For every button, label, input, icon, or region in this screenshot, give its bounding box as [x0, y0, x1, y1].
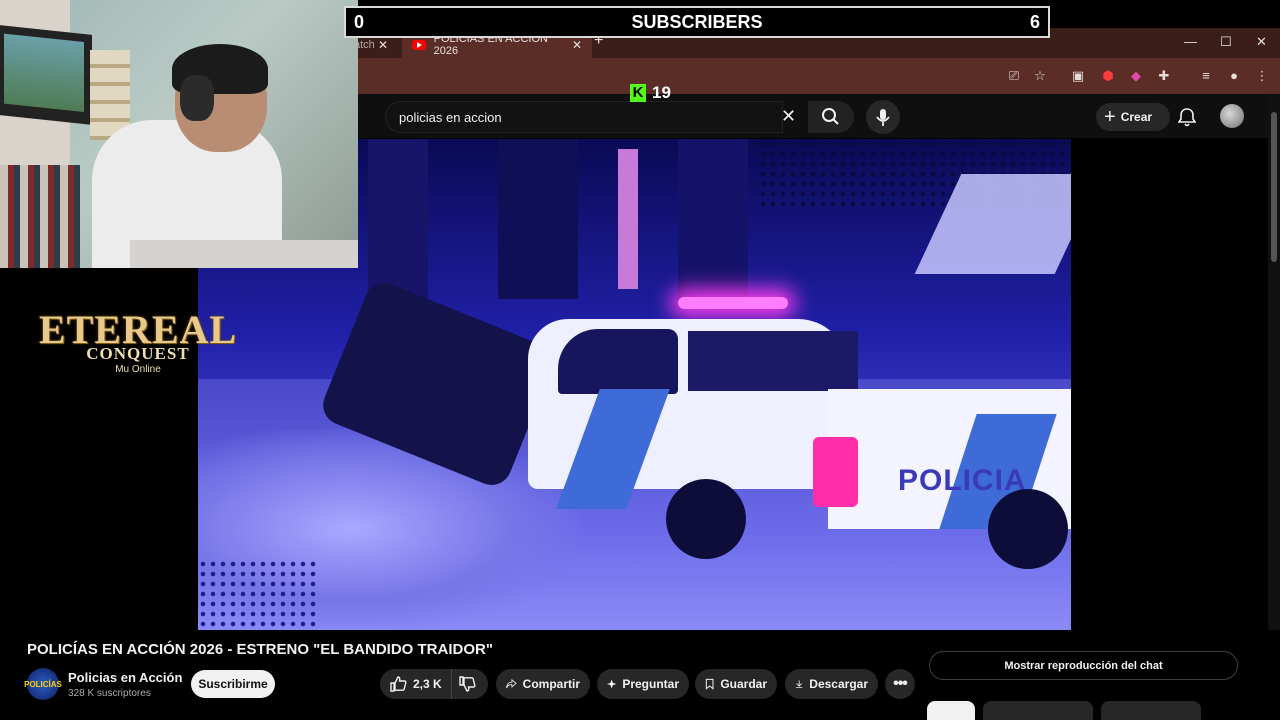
close-icon[interactable]: ✕: [378, 38, 388, 52]
channel-name[interactable]: Policias en Acción: [68, 670, 182, 685]
like-button[interactable]: 2,3 K: [380, 669, 452, 699]
thumbs-up-icon: [390, 676, 407, 692]
playlist-icon[interactable]: ≡: [1198, 68, 1214, 84]
create-label: Crear: [1120, 110, 1153, 124]
subscribers-left-count: 0: [354, 11, 365, 32]
share-label: Compartir: [522, 677, 580, 691]
video-taillight: [813, 437, 858, 507]
puzzle-icon[interactable]: ✚: [1156, 68, 1172, 84]
channel-avatar[interactable]: POLICÍAS: [24, 668, 62, 700]
subscribers-label: SUBSCRIBERS: [631, 11, 763, 32]
extension-red-icon[interactable]: ⬢: [1100, 68, 1116, 84]
logo-small-text: Mu Online: [115, 364, 161, 375]
bookmark-icon: [705, 678, 714, 690]
cast-icon[interactable]: ⎚: [1006, 68, 1022, 84]
dislike-button[interactable]: [452, 669, 488, 699]
extension-a-icon[interactable]: ▣: [1070, 68, 1086, 84]
video-siren-light: [678, 297, 788, 309]
channel-avatar-logo-icon: POLICÍAS: [24, 679, 62, 689]
search-button[interactable]: [808, 101, 854, 133]
video-title: POLICÍAS EN ACCIÓN 2026 - ESTRENO "EL BA…: [27, 641, 493, 658]
video-wheel: [666, 479, 746, 559]
video-neon-sign: [618, 149, 638, 289]
profile-icon[interactable]: ●: [1226, 68, 1242, 84]
webcam-tv: [0, 25, 92, 125]
scrollbar-thumb[interactable]: [1271, 112, 1277, 262]
like-dislike-group: 2,3 K: [380, 669, 488, 699]
download-icon: [796, 680, 803, 689]
notifications-bell-icon[interactable]: [1178, 107, 1196, 127]
share-button[interactable]: Compartir: [496, 669, 590, 699]
browser-toolbar: ⎚ ☆ ▣ ⬢ ◆ ✚ ≡ ● ⋮: [358, 58, 1280, 94]
video-wheel: [988, 489, 1068, 569]
youtube-favicon-icon: [412, 40, 426, 50]
account-avatar[interactable]: [1220, 104, 1244, 128]
kick-viewer-counter: K 19: [630, 83, 671, 103]
filter-chip[interactable]: [1101, 701, 1201, 720]
ask-button[interactable]: Preguntar: [597, 669, 689, 699]
save-label: Guardar: [720, 677, 767, 691]
subscribers-counter: 0 SUBSCRIBERS 6: [344, 6, 1050, 38]
filter-chip[interactable]: [983, 701, 1093, 720]
voice-search-button[interactable]: [866, 100, 900, 134]
video-dot-pattern: [198, 559, 318, 630]
kick-logo-icon: K: [630, 84, 646, 102]
search-icon: [822, 108, 839, 125]
more-actions-button[interactable]: •••: [885, 669, 915, 699]
window-close-icon[interactable]: ✕: [1256, 34, 1267, 50]
subscribe-button[interactable]: Suscribirme: [191, 670, 275, 698]
headphones-icon: [180, 75, 214, 121]
page-scrollbar[interactable]: [1268, 94, 1280, 630]
microphone-icon: [876, 109, 890, 126]
streamer-webcam: [0, 0, 358, 268]
save-button[interactable]: Guardar: [695, 669, 777, 699]
plus-icon: +: [1104, 106, 1116, 128]
extension-u-icon[interactable]: ◆: [1128, 68, 1144, 84]
maximize-icon[interactable]: ☐: [1220, 34, 1232, 50]
close-icon[interactable]: ✕: [572, 38, 582, 52]
like-count: 2,3 K: [413, 677, 442, 691]
filter-chip[interactable]: [927, 701, 975, 720]
star-icon[interactable]: ☆: [1032, 68, 1048, 84]
search-input-value: policias en accion: [399, 109, 502, 125]
etereal-conquest-logo: ETEREAL CONQUEST Mu Online: [28, 310, 248, 385]
ask-label: Preguntar: [622, 677, 679, 691]
video-building: [678, 139, 748, 309]
thumbs-down-icon: [459, 676, 476, 692]
video-building: [498, 139, 578, 299]
channel-subscriber-count: 328 K suscriptores: [68, 688, 151, 699]
video-scene-text: POLICIA: [898, 464, 1027, 497]
sparkle-icon: [607, 679, 617, 689]
webcam-chair: [0, 165, 80, 268]
more-dots-icon: •••: [893, 675, 908, 692]
subscribers-right-count: 6: [1029, 11, 1040, 32]
kebab-icon[interactable]: ⋮: [1254, 68, 1270, 84]
youtube-masthead: policias en accion ✕ + Crear: [358, 94, 1270, 138]
webcam-desk: [130, 240, 358, 268]
webcam-tv-screen: [4, 33, 84, 112]
search-input[interactable]: policias en accion: [385, 101, 783, 133]
create-button[interactable]: + Crear: [1096, 103, 1170, 131]
video-truck-window: [558, 329, 678, 394]
download-button[interactable]: Descargar: [785, 669, 878, 699]
download-label: Descargar: [809, 677, 868, 691]
show-chat-replay-button[interactable]: Mostrar reproducción del chat: [929, 651, 1238, 680]
kick-count: 19: [652, 83, 671, 102]
related-filter-chips: [927, 701, 1277, 720]
minimize-icon[interactable]: —: [1184, 34, 1197, 49]
clear-search-icon[interactable]: ✕: [781, 106, 796, 126]
video-truck-window: [688, 331, 858, 391]
share-arrow-icon: [506, 678, 517, 689]
